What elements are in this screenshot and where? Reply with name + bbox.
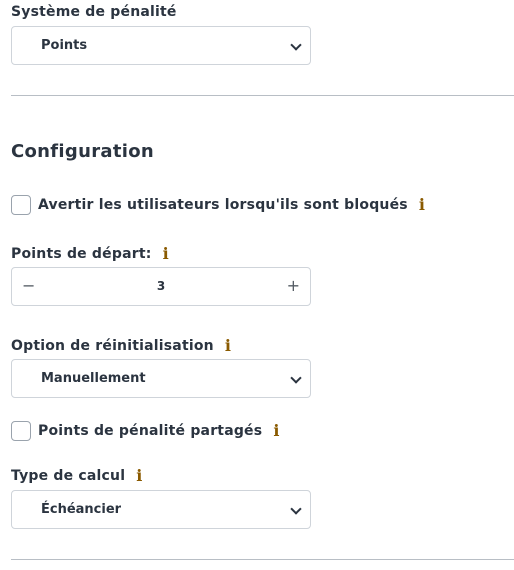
starting-points-stepper[interactable]: − 3 + <box>11 267 311 306</box>
calculation-type-label: Type de calcul <box>11 468 126 484</box>
penalty-system-select[interactable]: Points <box>11 26 311 65</box>
section-divider <box>11 95 514 96</box>
section-divider <box>11 559 514 560</box>
reset-option-select[interactable]: Manuellement <box>11 359 311 398</box>
reset-option-row: Option de réinitialisation i <box>11 338 231 355</box>
info-icon[interactable]: i <box>163 246 169 262</box>
reset-option-label: Option de réinitialisation <box>11 338 214 354</box>
configuration-heading: Configuration <box>11 141 154 162</box>
warn-users-label: Avertir les utilisateurs lorsqu'ils sont… <box>38 197 408 213</box>
starting-points-row: Points de départ: i <box>11 246 169 263</box>
shared-points-label: Points de pénalité partagés <box>38 423 263 439</box>
calculation-type-select[interactable]: Échéancier <box>11 490 311 529</box>
info-icon[interactable]: i <box>273 423 279 439</box>
chevron-down-icon <box>290 371 302 384</box>
calculation-type-value: Échéancier <box>41 502 122 517</box>
penalty-system-value: Points <box>41 38 88 53</box>
shared-points-row: Points de pénalité partagés i <box>38 423 280 440</box>
penalty-system-label: Système de pénalité <box>11 4 177 20</box>
warn-users-checkbox[interactable] <box>11 195 31 215</box>
increment-button[interactable]: + <box>287 276 300 295</box>
starting-points-label: Points de départ: <box>11 246 152 262</box>
info-icon[interactable]: i <box>225 338 231 354</box>
chevron-down-icon <box>290 38 302 51</box>
info-icon[interactable]: i <box>136 468 142 484</box>
starting-points-value[interactable]: 3 <box>12 279 310 293</box>
info-icon[interactable]: i <box>419 197 425 213</box>
shared-points-checkbox[interactable] <box>11 421 31 441</box>
warn-users-row: Avertir les utilisateurs lorsqu'ils sont… <box>38 197 425 214</box>
chevron-down-icon <box>290 502 302 515</box>
reset-option-value: Manuellement <box>41 371 146 386</box>
calculation-type-row: Type de calcul i <box>11 468 143 485</box>
